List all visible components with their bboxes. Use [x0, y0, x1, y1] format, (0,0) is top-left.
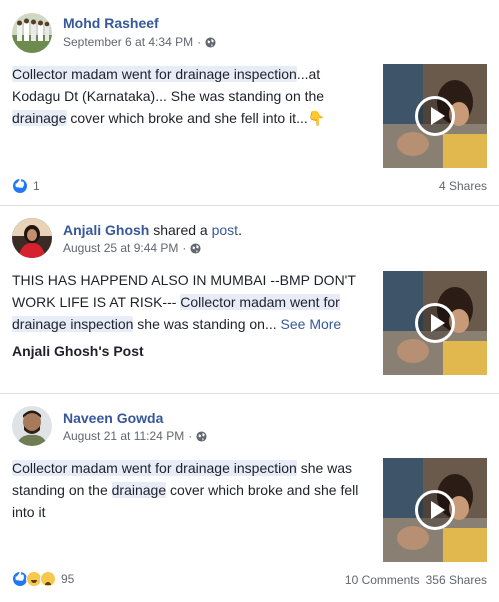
meta-separator: ·: [182, 241, 187, 255]
shared-text: shared a: [149, 222, 212, 238]
shared-text-end: .: [238, 222, 242, 238]
post-meta: September 6 at 4:34 PM ·: [63, 35, 216, 49]
play-icon[interactable]: [415, 96, 455, 136]
post-2: Anjali Ghosh shared a post. August 25 at…: [0, 206, 499, 393]
post-meta: August 21 at 11:24 PM ·: [63, 429, 207, 443]
shares-link[interactable]: 4 Shares: [439, 179, 487, 193]
post-text: Collector madam went for drainage inspec…: [12, 63, 362, 129]
post-3: Naveen Gowda August 21 at 11:24 PM · Col…: [0, 394, 499, 602]
comments-link[interactable]: 10 Comments: [345, 573, 420, 587]
meta-separator: ·: [188, 429, 193, 443]
post-text-part: cover which broke and she fell into it..…: [66, 110, 308, 126]
author-name: Anjali Ghosh shared a post.: [63, 222, 242, 238]
avatar-mohd-rasheef[interactable]: [12, 13, 52, 53]
post-text: THIS HAS HAPPEND ALSO IN MUMBAI --BMP DO…: [12, 269, 362, 335]
post-1: Mohd Rasheef September 6 at 4:34 PM · Co…: [0, 0, 499, 205]
post-date[interactable]: September 6 at 4:34 PM: [63, 35, 193, 49]
play-icon[interactable]: [415, 490, 455, 530]
pointing-down-emoji: 👇: [307, 110, 326, 126]
globe-icon[interactable]: [196, 430, 207, 442]
shared-post-title[interactable]: Anjali Ghosh's Post: [12, 343, 144, 359]
like-icon: [12, 178, 28, 194]
post-text-part: she was standing on...: [133, 316, 277, 332]
post-date[interactable]: August 25 at 9:44 PM: [63, 241, 178, 255]
meta-separator: ·: [197, 35, 202, 49]
shares-link[interactable]: 356 Shares: [426, 573, 487, 587]
sad-icon: [40, 571, 56, 587]
avatar-anjali-ghosh[interactable]: [12, 218, 52, 258]
video-thumbnail[interactable]: [383, 64, 487, 168]
video-thumbnail[interactable]: [383, 271, 487, 375]
shared-post-link[interactable]: post: [212, 222, 238, 238]
reaction-count[interactable]: 95: [61, 572, 74, 586]
avatar-naveen-gowda[interactable]: [12, 406, 52, 446]
search-highlight: drainage: [111, 482, 167, 498]
globe-icon[interactable]: [190, 242, 201, 254]
search-highlight: drainage: [12, 110, 67, 126]
post-date[interactable]: August 21 at 11:24 PM: [63, 429, 184, 443]
post-meta: August 25 at 9:44 PM ·: [63, 241, 201, 255]
author-name[interactable]: Naveen Gowda: [63, 410, 163, 426]
reaction-count[interactable]: 1: [33, 179, 40, 193]
video-thumbnail[interactable]: [383, 458, 487, 562]
see-more-link[interactable]: See More: [281, 316, 342, 332]
author-link[interactable]: Naveen Gowda: [63, 410, 163, 426]
engagement-counts: 10 Comments 356 Shares: [345, 573, 487, 587]
globe-icon[interactable]: [205, 36, 216, 48]
author-link[interactable]: Mohd Rasheef: [63, 15, 159, 31]
search-highlight: Collector madam went for drainage inspec…: [12, 460, 297, 476]
search-highlight: Collector madam went for drainage inspec…: [12, 66, 297, 82]
author-name[interactable]: Mohd Rasheef: [63, 15, 159, 31]
post-text: Collector madam went for drainage inspec…: [12, 457, 362, 523]
share-count[interactable]: 4 Shares: [439, 179, 487, 193]
author-link[interactable]: Anjali Ghosh: [63, 222, 149, 238]
reaction-summary[interactable]: 1: [12, 178, 40, 194]
reaction-summary[interactable]: 95: [12, 571, 74, 587]
play-icon[interactable]: [415, 303, 455, 343]
